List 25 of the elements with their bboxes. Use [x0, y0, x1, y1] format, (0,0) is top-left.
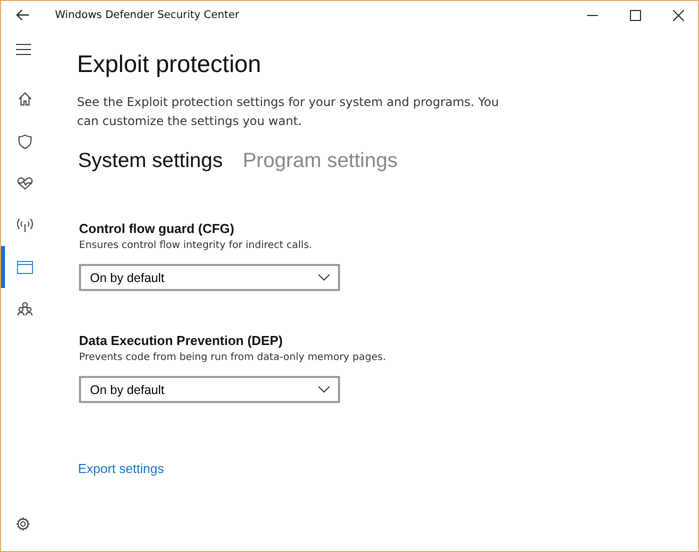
- shield-icon: [18, 134, 32, 148]
- export-settings-link[interactable]: Export settings: [78, 461, 164, 476]
- setting-description: Ensures control flow integrity for indirect calls.: [79, 240, 314, 251]
- maximize-icon[interactable]: [630, 10, 641, 20]
- setting-description: Prevents code from being run from data-only memory pages.: [79, 352, 386, 363]
- chevron-down-icon: [318, 274, 330, 281]
- browser-window-icon: [16, 260, 32, 274]
- antenna-icon: [16, 218, 32, 232]
- page-description: See the Exploit protection settings for your system and programs. You can customize the settings you want.: [77, 94, 500, 130]
- people-icon: [16, 302, 32, 316]
- tab[interactable]: System settings: [78, 149, 223, 173]
- home-icon: [18, 92, 32, 106]
- chevron-down-icon: [318, 386, 330, 393]
- dropdown[interactable]: On by default: [79, 264, 340, 291]
- setting-title: Control flow guard (CFG): [79, 221, 236, 236]
- heart-icon: [16, 176, 32, 190]
- dropdown[interactable]: On by default: [79, 376, 340, 403]
- window-title: Windows Defender Security Center: [55, 9, 240, 21]
- tab[interactable]: Program settings: [242, 149, 398, 173]
- close-icon[interactable]: [673, 10, 684, 20]
- back-icon[interactable]: [16, 9, 30, 21]
- menu-icon[interactable]: [16, 44, 30, 55]
- settings-icon[interactable]: [16, 517, 30, 531]
- setting-title: Data Execution Prevention (DEP): [79, 333, 284, 348]
- page-title: Exploit protection: [77, 51, 262, 79]
